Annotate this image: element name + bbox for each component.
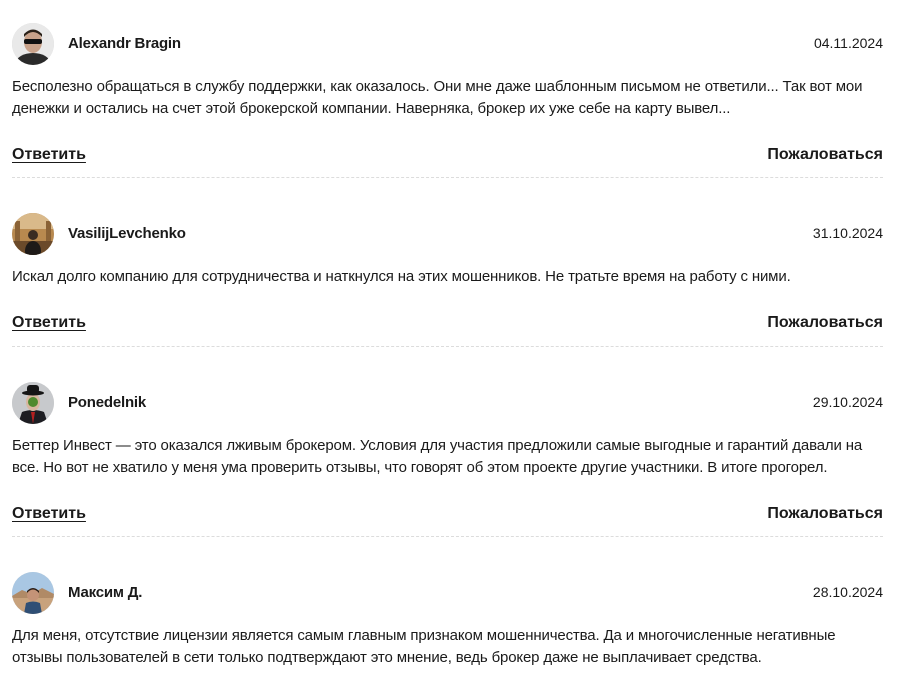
comment-divider bbox=[12, 346, 883, 347]
comment-author: Ponedelnik bbox=[68, 394, 147, 411]
comment-author: Максим Д. bbox=[68, 584, 143, 601]
comment-header: VasilijLevchenko 31.10.2024 bbox=[12, 213, 883, 255]
complain-link[interactable]: Пожаловаться bbox=[767, 505, 883, 523]
complain-link[interactable]: Пожаловаться bbox=[767, 314, 883, 332]
avatar[interactable] bbox=[12, 23, 54, 65]
comment-actions: Ответить Пожаловаться bbox=[12, 505, 883, 529]
comment-author: Alexandr Bragin bbox=[68, 35, 181, 52]
comment-author: VasilijLevchenko bbox=[68, 225, 186, 242]
comment-text: Бесполезно обращаться в службу поддержки… bbox=[12, 78, 863, 117]
comment-date: 31.10.2024 bbox=[812, 225, 883, 241]
comment-divider bbox=[12, 177, 883, 178]
reply-link[interactable]: Ответить bbox=[12, 314, 86, 332]
comment-actions: Ответить Пожаловаться bbox=[12, 146, 883, 170]
comment-item: VasilijLevchenko 31.10.2024 Искал долго … bbox=[12, 213, 883, 338]
comment-header: Ponedelnik 29.10.2024 bbox=[12, 382, 883, 424]
comment-divider bbox=[12, 536, 883, 537]
reply-link[interactable]: Ответить bbox=[12, 146, 86, 164]
comment-item: Alexandr Bragin 04.11.2024 Бесполезно об… bbox=[12, 23, 883, 170]
comment-item: Ponedelnik 29.10.2024 Беттер Инвест — эт… bbox=[12, 382, 883, 529]
comment-date: 28.10.2024 bbox=[812, 584, 883, 600]
comment-header: Максим Д. 28.10.2024 bbox=[12, 572, 883, 614]
avatar[interactable] bbox=[12, 572, 54, 614]
comment-date: 04.11.2024 bbox=[813, 35, 883, 51]
comments-list: Alexandr Bragin 04.11.2024 Бесполезно об… bbox=[0, 0, 907, 687]
comment-item: Максим Д. 28.10.2024 Для меня, отсутстви… bbox=[12, 572, 883, 669]
comment-text: Беттер Инвест — это оказался лживым брок… bbox=[12, 437, 863, 476]
avatar[interactable] bbox=[12, 382, 54, 424]
comment-text: Искал долго компанию для сотрудничества … bbox=[12, 268, 791, 285]
comment-header: Alexandr Bragin 04.11.2024 bbox=[12, 23, 883, 65]
reply-link[interactable]: Ответить bbox=[12, 505, 86, 523]
comment-date: 29.10.2024 bbox=[812, 394, 883, 410]
avatar[interactable] bbox=[12, 213, 54, 255]
comment-actions: Ответить Пожаловаться bbox=[12, 314, 883, 338]
complain-link[interactable]: Пожаловаться bbox=[767, 146, 883, 164]
comment-text: Для меня, отсутствие лицензии является с… bbox=[12, 627, 836, 666]
